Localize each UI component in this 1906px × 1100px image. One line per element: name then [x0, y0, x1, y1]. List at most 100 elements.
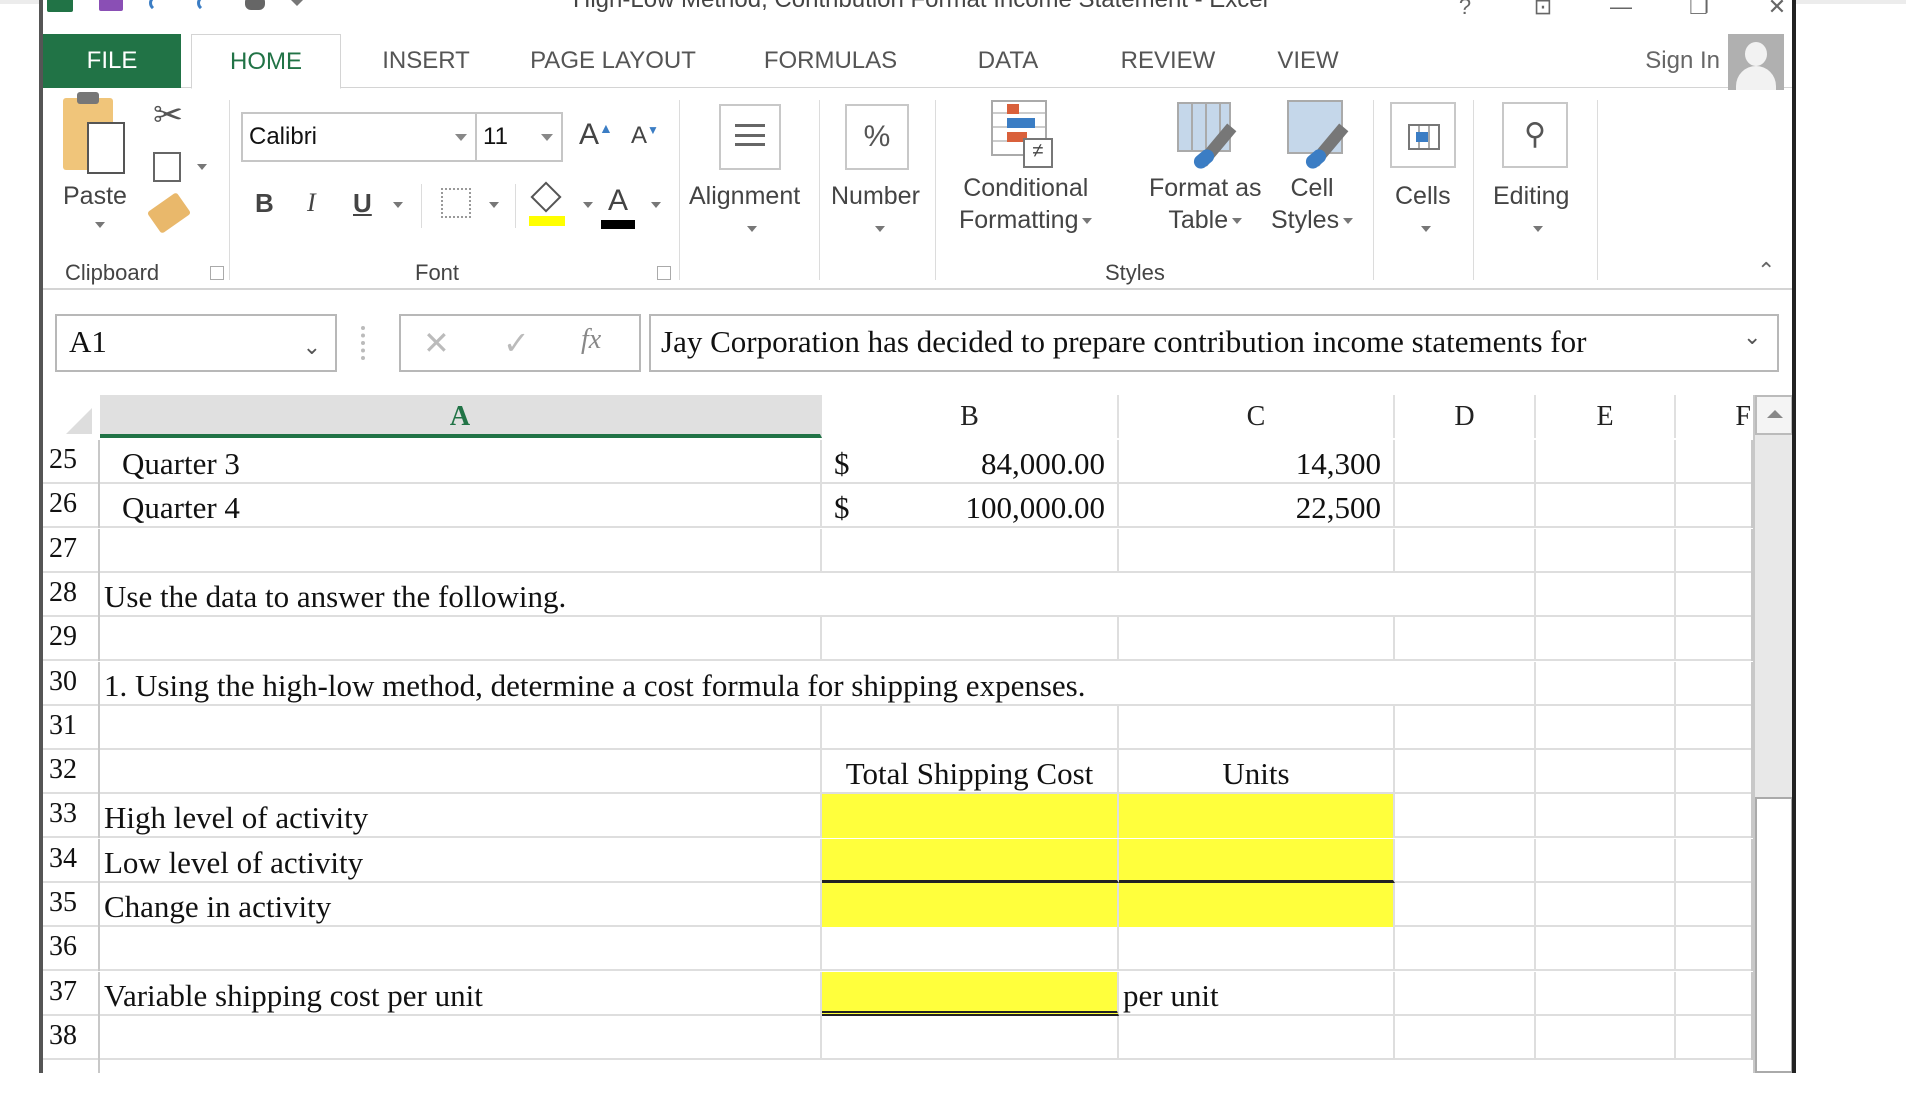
cell-f32[interactable] — [1676, 750, 1753, 795]
row-header[interactable] — [43, 1060, 100, 1073]
cell-b28[interactable] — [822, 573, 1119, 617]
cell-e29[interactable] — [1536, 617, 1676, 662]
row-header[interactable]: 31 — [43, 705, 100, 750]
cell-c27[interactable] — [1119, 528, 1395, 573]
cut-icon[interactable]: ✂ — [153, 94, 183, 136]
cell-f27[interactable] — [1676, 528, 1753, 573]
cell-a32[interactable] — [100, 750, 822, 795]
cell-b36[interactable] — [822, 927, 1119, 972]
cell-b34[interactable] — [822, 838, 1119, 883]
font-color-dropdown-icon[interactable] — [651, 202, 661, 208]
cell-e35[interactable] — [1536, 883, 1676, 927]
cell-f25[interactable] — [1676, 440, 1753, 484]
cell-c29[interactable] — [1119, 617, 1395, 662]
cell-a29[interactable] — [100, 617, 822, 662]
number-label[interactable]: Number — [831, 180, 920, 212]
cell-e33[interactable] — [1536, 794, 1676, 839]
cell-d28[interactable] — [1395, 572, 1536, 617]
borders-icon[interactable] — [441, 188, 471, 218]
cell-f28[interactable] — [1676, 572, 1753, 617]
column-header-c[interactable]: C — [1119, 395, 1395, 438]
cell-c37[interactable]: per unit — [1119, 971, 1395, 1016]
row-header[interactable]: 33 — [43, 794, 100, 839]
cell-c38[interactable] — [1119, 1015, 1395, 1060]
fill-color-button[interactable] — [529, 181, 567, 226]
scroll-up-button[interactable] — [1755, 395, 1792, 435]
editing-button[interactable]: ⚲ — [1502, 102, 1568, 168]
cell-e37[interactable] — [1536, 971, 1676, 1016]
cell-c32[interactable]: Units — [1119, 750, 1395, 795]
row-header[interactable]: 36 — [43, 927, 100, 972]
cells-button[interactable] — [1390, 102, 1456, 168]
tab-page-layout[interactable]: PAGE LAYOUT — [513, 34, 713, 88]
borders-dropdown-icon[interactable] — [489, 202, 499, 208]
cell-e34[interactable] — [1536, 838, 1676, 883]
cell-d26[interactable] — [1395, 484, 1536, 529]
ribbon-display-icon[interactable]: ⊡ — [1528, 0, 1558, 20]
cell-d32[interactable] — [1395, 750, 1536, 795]
cell-a38[interactable] — [100, 1015, 822, 1060]
cell-e26[interactable] — [1536, 484, 1676, 529]
cell-e30[interactable] — [1536, 661, 1676, 706]
cell-e27[interactable] — [1536, 528, 1676, 573]
cell-b38[interactable] — [822, 1015, 1119, 1060]
enter-icon[interactable]: ✓ — [503, 324, 530, 362]
cell-d34[interactable] — [1395, 838, 1536, 883]
row-header[interactable]: 38 — [43, 1015, 100, 1060]
cell-d36[interactable] — [1395, 927, 1536, 972]
column-header-d[interactable]: D — [1395, 395, 1536, 438]
cell-a35[interactable]: Change in activity — [100, 883, 822, 927]
row-header[interactable]: 28 — [43, 572, 100, 617]
row-header[interactable]: 35 — [43, 883, 100, 927]
cell-a33[interactable]: High level of activity — [100, 794, 822, 839]
select-all-button[interactable] — [43, 395, 100, 438]
cell-f33[interactable] — [1676, 794, 1753, 839]
save-icon[interactable] — [99, 0, 123, 11]
cell-d29[interactable] — [1395, 617, 1536, 662]
customize-qat-dropdown-icon[interactable] — [291, 0, 303, 6]
cell-d27[interactable] — [1395, 528, 1536, 573]
scrollbar-thumb[interactable] — [1755, 797, 1792, 1073]
font-color-button[interactable]: A — [599, 184, 637, 230]
cell-d33[interactable] — [1395, 794, 1536, 839]
collapse-ribbon-icon[interactable]: ⌃ — [1757, 258, 1775, 284]
avatar-icon[interactable] — [1728, 34, 1784, 90]
cell-c36[interactable] — [1119, 927, 1395, 972]
column-header-a[interactable]: A — [100, 395, 822, 438]
number-dropdown-icon[interactable] — [875, 226, 885, 232]
cell-b37[interactable] — [822, 971, 1119, 1016]
cell-f29[interactable] — [1676, 617, 1753, 662]
cell-e32[interactable] — [1536, 750, 1676, 795]
redo-icon[interactable] — [197, 0, 219, 12]
cell-styles-button[interactable]: Cell Styles — [1271, 172, 1354, 236]
tab-formulas[interactable]: FORMULAS — [743, 34, 918, 88]
column-header-f[interactable]: F — [1676, 395, 1753, 438]
fill-color-dropdown-icon[interactable] — [583, 202, 593, 208]
cells-dropdown-icon[interactable] — [1421, 226, 1431, 232]
formula-input[interactable]: Jay Corporation has decided to prepare c… — [649, 314, 1779, 372]
touch-mode-icon[interactable] — [245, 0, 265, 10]
cell-a34[interactable]: Low level of activity — [100, 838, 822, 883]
cancel-icon[interactable]: ✕ — [423, 324, 450, 362]
bold-button[interactable]: B — [255, 188, 274, 219]
cell-a28[interactable]: Use the data to answer the following. — [100, 573, 822, 617]
number-format-button[interactable]: % — [845, 104, 909, 170]
column-header-b[interactable]: B — [822, 395, 1119, 438]
copy-dropdown-icon[interactable] — [197, 164, 207, 170]
conditional-formatting-icon[interactable]: ≠ — [991, 100, 1055, 170]
cell-f36[interactable] — [1676, 927, 1753, 972]
cell-b35[interactable] — [822, 883, 1119, 927]
cell-e31[interactable] — [1536, 705, 1676, 750]
row-header[interactable]: 29 — [43, 617, 100, 662]
cells-label[interactable]: Cells — [1395, 180, 1451, 212]
format-as-table-icon[interactable] — [1177, 102, 1241, 172]
restore-icon[interactable]: ❐ — [1684, 0, 1714, 20]
tab-data[interactable]: DATA — [963, 34, 1053, 88]
name-box[interactable]: A1 ⌄ — [55, 314, 337, 372]
chevron-down-icon[interactable]: ⌄ — [303, 322, 321, 374]
cell-f37[interactable] — [1676, 971, 1753, 1016]
cell-f35[interactable] — [1676, 883, 1753, 927]
tab-home[interactable]: HOME — [191, 34, 341, 89]
row-header[interactable]: 25 — [43, 440, 100, 484]
cell-a26[interactable]: Quarter 4 — [100, 484, 822, 529]
